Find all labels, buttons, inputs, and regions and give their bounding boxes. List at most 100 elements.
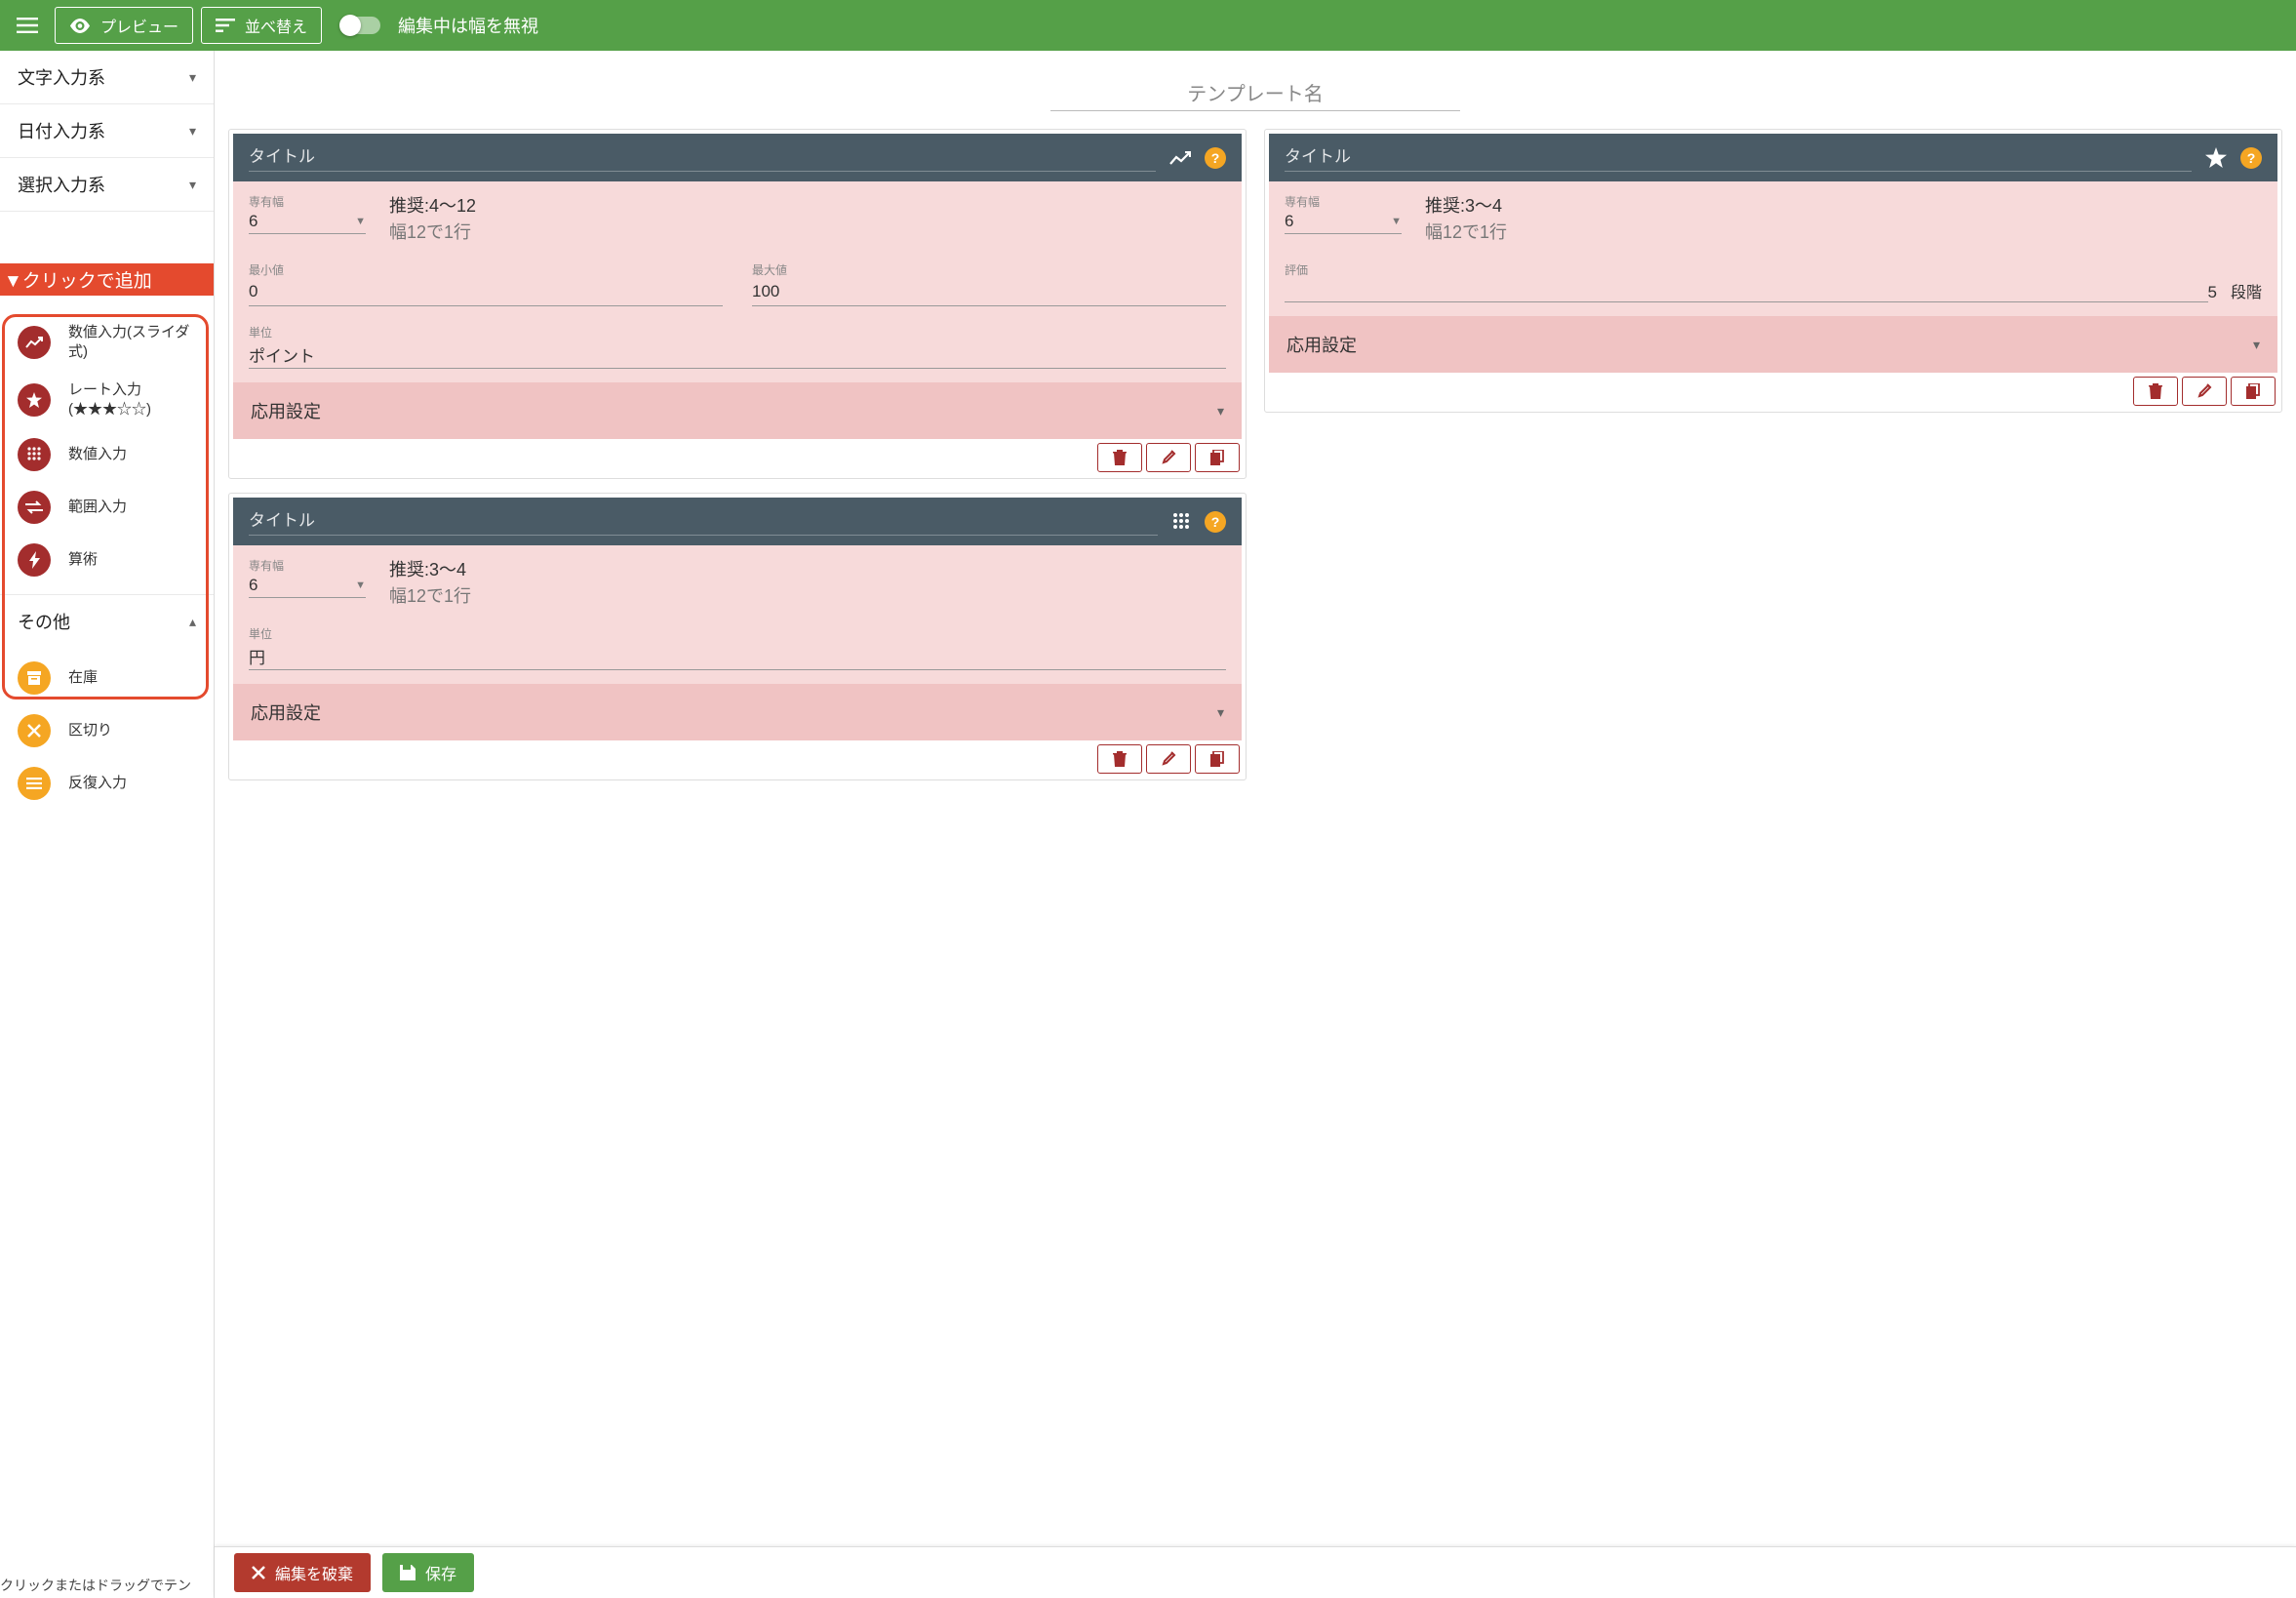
caret-down-icon: ▼: [1391, 216, 1402, 227]
width-value: 6: [1285, 212, 1293, 231]
max-label: 最大値: [752, 261, 1226, 278]
sidebar-item-number-input[interactable]: 数値入力: [0, 428, 214, 481]
advanced-settings-toggle[interactable]: 応用設定 ▾: [233, 684, 1242, 740]
swap-icon: [18, 491, 51, 524]
sidebar-hint: クリックまたはドラッグでテン: [0, 1571, 214, 1598]
menu-icon[interactable]: [8, 6, 47, 45]
discard-label: 編集を破棄: [275, 1561, 353, 1584]
unit-label: 単位: [249, 625, 1226, 642]
close-icon: [252, 1566, 265, 1579]
sidebar-item-divider[interactable]: 区切り: [0, 704, 214, 757]
dialpad-icon: [1171, 512, 1191, 532]
recommend-line1: 推奨:4〜12: [389, 193, 476, 220]
min-label: 最小値: [249, 261, 723, 278]
help-icon[interactable]: ?: [2240, 147, 2262, 169]
card-title-input[interactable]: [249, 143, 1156, 172]
chevron-down-icon: ▾: [2253, 337, 2260, 353]
caret-down-icon: ▼: [355, 579, 366, 591]
settings-button[interactable]: [1146, 744, 1191, 774]
preview-button[interactable]: プレビュー: [55, 7, 193, 44]
list-icon: [18, 767, 51, 800]
delete-button[interactable]: [2133, 377, 2178, 406]
settings-button[interactable]: [1146, 443, 1191, 472]
recommend-line1: 推奨:3〜4: [389, 557, 471, 583]
sort-button[interactable]: 並べ替え: [201, 7, 322, 44]
eye-icon: [69, 19, 91, 33]
width-label: 専有幅: [249, 557, 366, 574]
sidebar-item-label: 在庫: [68, 668, 98, 688]
sidebar-item-label: 区切り: [68, 721, 112, 740]
card-header: ?: [233, 498, 1242, 545]
card-rate: ? 専有幅 6 ▼: [1264, 129, 2282, 413]
main-canvas: テンプレート名 ?: [215, 51, 2296, 1598]
card-header: ?: [233, 134, 1242, 181]
sidebar-item-repeat[interactable]: 反復入力: [0, 757, 214, 810]
discard-button[interactable]: 編集を破棄: [234, 1553, 371, 1592]
unit-input[interactable]: [249, 340, 1226, 369]
callout-banner: ▼クリックで追加: [0, 263, 215, 296]
width-select[interactable]: 6 ▼: [249, 574, 366, 598]
chevron-down-icon: ▾: [1217, 704, 1224, 721]
archive-icon: [18, 661, 51, 695]
card-number: ? 専有幅 6 ▼: [228, 493, 1247, 780]
copy-button[interactable]: [2231, 377, 2276, 406]
sidebar-group-other[interactable]: その他 ▴: [0, 595, 214, 648]
template-name-field[interactable]: テンプレート名: [228, 74, 2282, 111]
delete-button[interactable]: [1097, 744, 1142, 774]
sidebar-item-arithmetic[interactable]: 算術: [0, 534, 214, 586]
sidebar-group-text[interactable]: 文字入力系 ▾: [0, 51, 214, 103]
sidebar-item-range-input[interactable]: 範囲入力: [0, 481, 214, 534]
sidebar-item-stock[interactable]: 在庫: [0, 652, 214, 704]
rating-value: 5: [2208, 283, 2217, 302]
card-slider: ? 専有幅 6 ▼: [228, 129, 1247, 479]
sidebar-item-label: レート入力(★★★☆☆): [68, 380, 196, 419]
width-select[interactable]: 6 ▼: [1285, 210, 1402, 234]
advanced-settings-toggle[interactable]: 応用設定 ▾: [1269, 316, 2277, 373]
sort-icon: [216, 19, 235, 32]
dialpad-icon: [18, 438, 51, 471]
width-select[interactable]: 6 ▼: [249, 210, 366, 234]
chevron-down-icon: ▾: [1217, 403, 1224, 419]
card-title-input[interactable]: [1285, 143, 2192, 172]
caret-down-icon: ▼: [355, 216, 366, 227]
width-value: 6: [249, 212, 257, 231]
sidebar-group-label: その他: [18, 609, 70, 634]
sidebar-item-label: 算術: [68, 550, 98, 570]
sidebar-group-select[interactable]: 選択入力系 ▾: [0, 158, 214, 211]
trend-icon: [18, 326, 51, 359]
save-icon: [400, 1565, 416, 1580]
recommend-line2: 幅12で1行: [389, 583, 471, 610]
unit-input[interactable]: [249, 642, 1226, 670]
min-input[interactable]: [249, 278, 723, 306]
advanced-label: 応用設定: [251, 398, 321, 423]
card-title-input[interactable]: [249, 507, 1158, 536]
recommend-line1: 推奨:3〜4: [1425, 193, 1507, 220]
sidebar-group-label: 日付入力系: [18, 118, 105, 143]
help-icon[interactable]: ?: [1205, 511, 1226, 533]
close-icon: [18, 714, 51, 747]
sort-label: 並べ替え: [245, 14, 307, 37]
recommend-line2: 幅12で1行: [1425, 220, 1507, 246]
width-value: 6: [249, 576, 257, 595]
copy-button[interactable]: [1195, 443, 1240, 472]
save-button[interactable]: 保存: [382, 1553, 474, 1592]
sidebar-group-label: 文字入力系: [18, 64, 105, 90]
bolt-icon: [18, 543, 51, 577]
sidebar-group-date[interactable]: 日付入力系 ▾: [0, 104, 214, 157]
delete-button[interactable]: [1097, 443, 1142, 472]
width-label: 専有幅: [1285, 193, 1402, 210]
copy-button[interactable]: [1195, 744, 1240, 774]
advanced-settings-toggle[interactable]: 応用設定 ▾: [233, 382, 1242, 439]
settings-button[interactable]: [2182, 377, 2227, 406]
chevron-up-icon: ▴: [189, 614, 196, 630]
max-input[interactable]: [752, 278, 1226, 306]
chevron-down-icon: ▾: [189, 69, 196, 86]
sidebar-item-rate-input[interactable]: レート入力(★★★☆☆): [0, 371, 214, 428]
ignore-width-toggle[interactable]: [341, 17, 380, 34]
help-icon[interactable]: ?: [1205, 147, 1226, 169]
sidebar-item-label: 数値入力: [68, 445, 127, 464]
star-icon: [2205, 147, 2227, 169]
sidebar-item-slider-input[interactable]: 数値入力(スライダ式): [0, 313, 214, 371]
rating-label: 評価: [1285, 261, 2208, 278]
card-header: ?: [1269, 134, 2277, 181]
